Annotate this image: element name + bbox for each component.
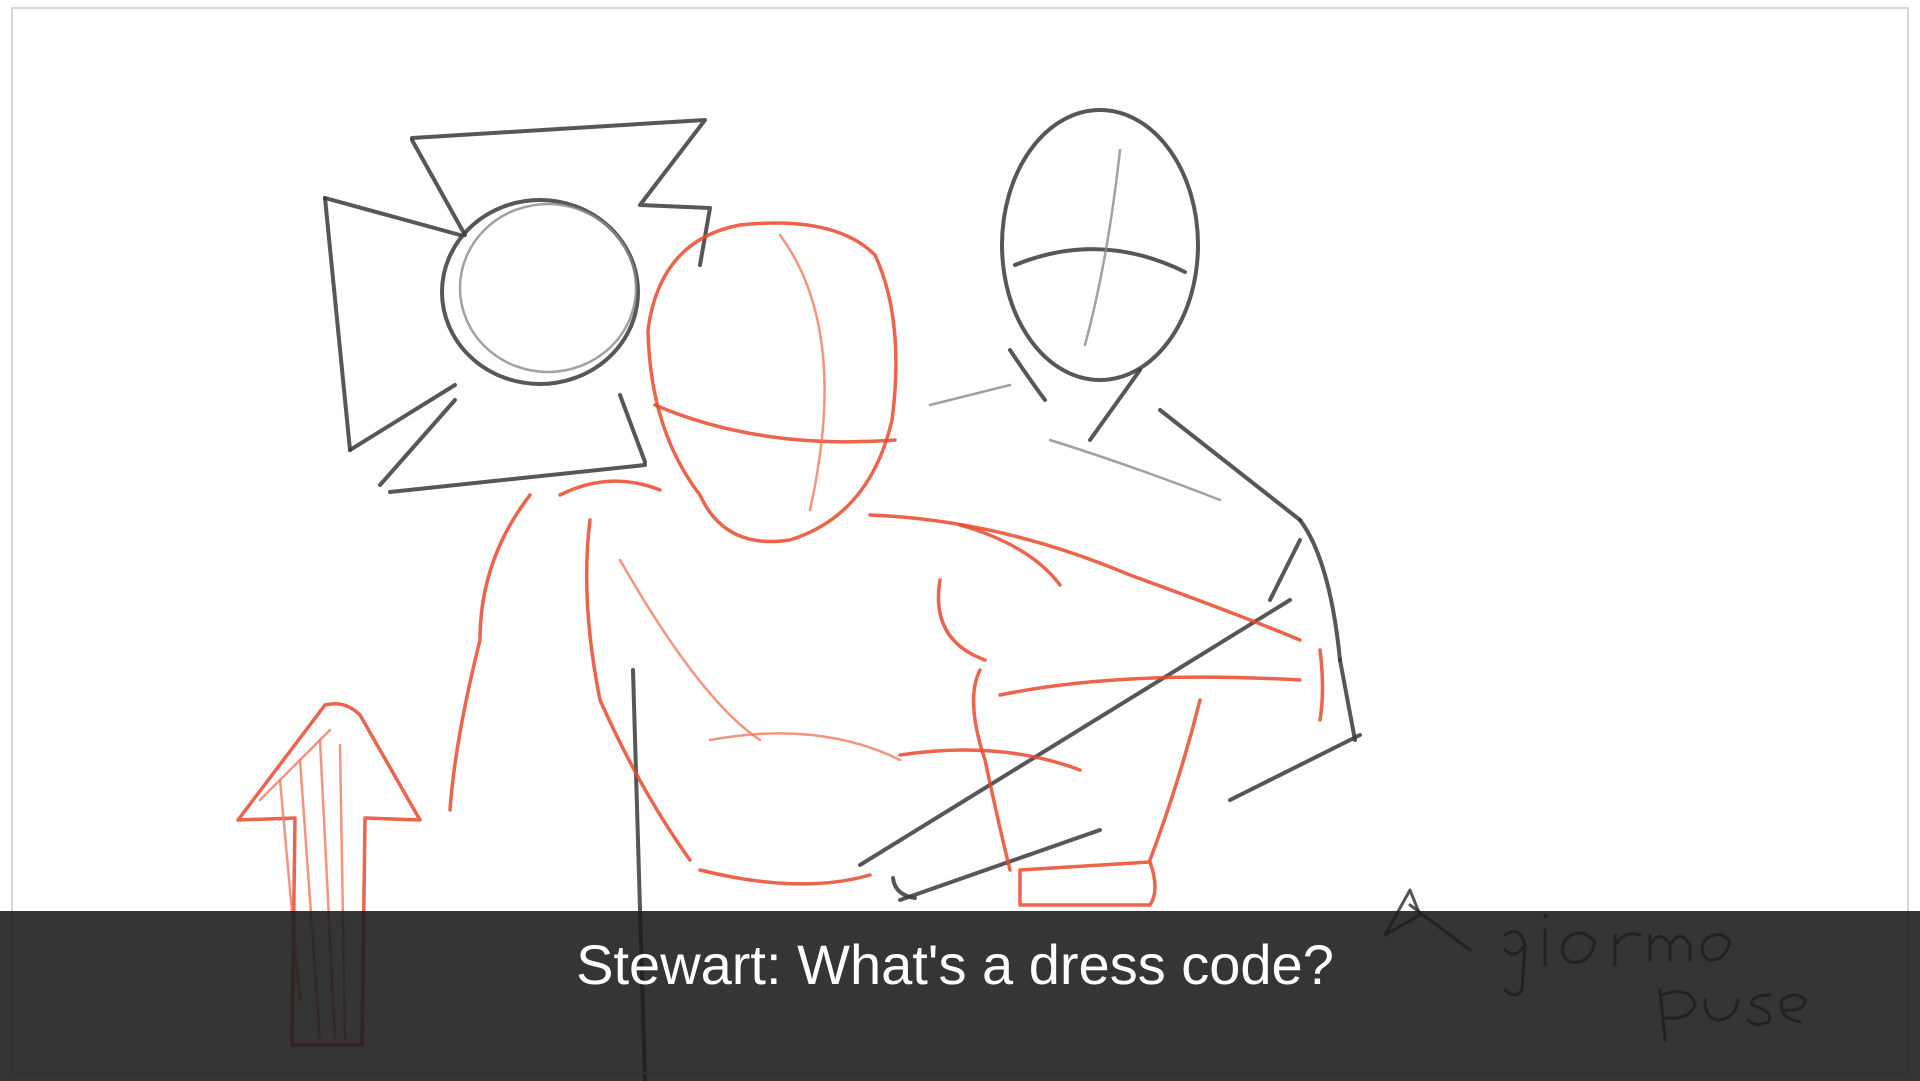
subtitle-text: Stewart: What's a dress code?: [576, 933, 1334, 996]
storyboard-frame: Stewart: What's a dress code?: [0, 0, 1920, 1081]
foreground-figure-drawing: [448, 221, 1325, 907]
